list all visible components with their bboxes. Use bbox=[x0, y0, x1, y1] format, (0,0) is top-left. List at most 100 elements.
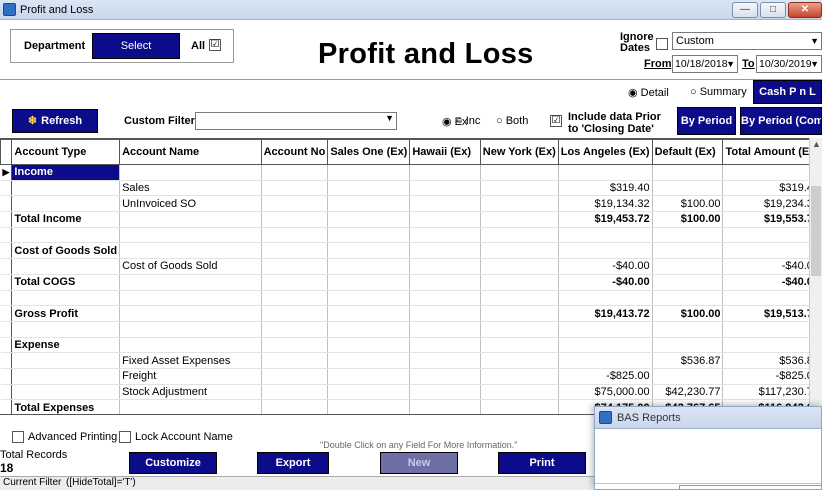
table-cell[interactable] bbox=[119, 321, 262, 338]
column-header[interactable]: Los Angeles (Ex) bbox=[557, 139, 653, 165]
table-cell[interactable]: Stock Adjustment bbox=[119, 384, 262, 401]
table-cell[interactable] bbox=[409, 290, 481, 307]
table-row[interactable]: Cost of Goods Sold -$40.00 -$40.00 bbox=[0, 258, 822, 275]
table-cell[interactable]: $117,230.77 bbox=[722, 384, 822, 401]
table-cell[interactable]: -$40.00 bbox=[722, 274, 822, 291]
by-period-button[interactable]: By Period bbox=[677, 107, 736, 135]
table-row[interactable]: Stock Adjustment $75,000.00 $42,230.77 $117… bbox=[0, 384, 822, 401]
table-cell[interactable]: Cost of Goods Sold bbox=[11, 242, 121, 260]
row-indicator[interactable] bbox=[0, 274, 13, 291]
table-cell[interactable] bbox=[327, 321, 411, 338]
table-cell[interactable] bbox=[261, 337, 329, 354]
cash-pnl-button[interactable]: Cash P n L bbox=[753, 80, 822, 104]
row-indicator[interactable] bbox=[0, 352, 13, 369]
ignore-dates-checkbox[interactable] bbox=[656, 38, 668, 50]
maximize-button[interactable]: □ bbox=[760, 2, 786, 18]
table-cell[interactable] bbox=[327, 384, 411, 401]
table-cell[interactable] bbox=[327, 180, 411, 197]
table-cell[interactable] bbox=[480, 258, 559, 275]
table-cell[interactable] bbox=[11, 352, 121, 369]
table-cell[interactable]: -$825.00 bbox=[722, 368, 822, 385]
table-cell[interactable]: Total COGS bbox=[11, 274, 121, 291]
refresh-button[interactable]: ❄ Refresh bbox=[12, 109, 98, 133]
new-button[interactable]: New bbox=[380, 452, 458, 474]
table-cell[interactable]: $19,413.72 bbox=[558, 305, 653, 322]
table-cell[interactable] bbox=[11, 227, 121, 244]
table-cell[interactable] bbox=[261, 290, 329, 307]
table-cell[interactable] bbox=[409, 164, 481, 181]
table-cell[interactable]: $100.00 bbox=[652, 211, 724, 228]
table-row[interactable]: Freight -$825.00 -$825.00 bbox=[0, 368, 822, 385]
all-checkbox[interactable]: ☑ bbox=[209, 39, 221, 51]
table-cell[interactable]: Cost of Goods Sold bbox=[119, 258, 262, 275]
table-cell[interactable]: $536.87 bbox=[652, 352, 724, 369]
table-row[interactable]: Gross Profit $19,413.72 $100.00 $19,513.72 bbox=[0, 305, 822, 322]
table-cell[interactable] bbox=[261, 305, 329, 322]
table-cell[interactable] bbox=[119, 290, 262, 307]
table-row[interactable] bbox=[0, 321, 822, 338]
table-cell[interactable] bbox=[409, 384, 481, 401]
row-indicator[interactable] bbox=[0, 242, 13, 260]
table-cell[interactable] bbox=[327, 164, 411, 181]
table-cell[interactable] bbox=[327, 305, 411, 322]
row-indicator[interactable] bbox=[0, 211, 13, 228]
table-cell[interactable] bbox=[11, 195, 121, 213]
table-row[interactable]: Expense bbox=[0, 337, 822, 354]
bas-reports-window[interactable]: BAS Reports bbox=[594, 406, 822, 490]
table-cell[interactable] bbox=[119, 337, 262, 354]
bas-reports-field[interactable] bbox=[679, 485, 822, 490]
row-indicator[interactable] bbox=[0, 368, 13, 385]
table-cell[interactable] bbox=[652, 274, 724, 291]
close-button[interactable]: ✕ bbox=[788, 2, 822, 18]
row-indicator[interactable] bbox=[0, 305, 13, 322]
table-cell[interactable] bbox=[409, 195, 481, 213]
column-header[interactable]: Default (Ex) bbox=[651, 139, 724, 165]
table-cell[interactable] bbox=[558, 227, 653, 244]
table-cell[interactable]: $19,553.72 bbox=[722, 211, 822, 228]
table-cell[interactable]: Total Expenses bbox=[11, 399, 121, 414]
row-indicator[interactable] bbox=[0, 290, 13, 307]
table-cell[interactable] bbox=[327, 211, 411, 228]
table-cell[interactable]: $42,230.77 bbox=[652, 384, 724, 401]
table-cell[interactable] bbox=[409, 180, 481, 197]
table-cell[interactable] bbox=[652, 337, 724, 354]
table-cell[interactable]: -$40.00 bbox=[722, 258, 822, 275]
table-cell[interactable] bbox=[119, 399, 262, 414]
row-indicator[interactable]: ▶ bbox=[0, 164, 13, 181]
summary-radio[interactable]: ○ Summary bbox=[690, 86, 747, 98]
column-header[interactable]: Sales One (Ex) bbox=[327, 139, 411, 165]
include-prior-checkbox[interactable]: ☑ bbox=[550, 115, 562, 127]
table-cell[interactable] bbox=[11, 321, 121, 338]
table-cell[interactable] bbox=[652, 180, 724, 197]
table-cell[interactable] bbox=[409, 305, 481, 322]
table-row[interactable] bbox=[0, 290, 822, 307]
table-cell[interactable] bbox=[261, 274, 329, 291]
table-cell[interactable]: $19,234.32 bbox=[722, 195, 822, 213]
column-header[interactable]: Hawaii (Ex) bbox=[409, 139, 481, 165]
scroll-up-icon[interactable]: ▲ bbox=[812, 139, 821, 149]
table-row[interactable]: UnInvoiced SO $19,134.32 $100.00 $19,234.32 bbox=[0, 195, 822, 213]
table-cell[interactable] bbox=[480, 399, 559, 414]
table-cell[interactable]: Expense bbox=[11, 337, 121, 354]
table-cell[interactable] bbox=[261, 399, 329, 414]
table-cell[interactable]: Total Income bbox=[11, 211, 121, 228]
table-cell[interactable] bbox=[480, 227, 559, 244]
table-cell[interactable] bbox=[409, 352, 481, 369]
inc-radio[interactable]: ○ Inc bbox=[456, 115, 480, 127]
row-indicator[interactable] bbox=[0, 337, 13, 354]
table-cell[interactable] bbox=[480, 195, 559, 213]
table-cell[interactable] bbox=[409, 274, 481, 291]
department-select-button[interactable]: Select bbox=[92, 33, 180, 59]
table-cell[interactable] bbox=[327, 195, 411, 213]
table-cell[interactable]: -$825.00 bbox=[558, 368, 653, 385]
table-cell[interactable] bbox=[409, 399, 481, 414]
row-indicator[interactable] bbox=[0, 384, 13, 401]
table-row[interactable]: ▶ Income bbox=[0, 164, 822, 181]
table-cell[interactable]: $319.40 bbox=[558, 180, 653, 197]
table-cell[interactable] bbox=[409, 368, 481, 385]
table-cell[interactable] bbox=[409, 337, 481, 354]
table-cell[interactable] bbox=[558, 321, 653, 338]
table-cell[interactable]: Gross Profit bbox=[11, 305, 121, 322]
table-cell[interactable] bbox=[327, 399, 411, 414]
table-cell[interactable]: Freight bbox=[119, 368, 262, 385]
